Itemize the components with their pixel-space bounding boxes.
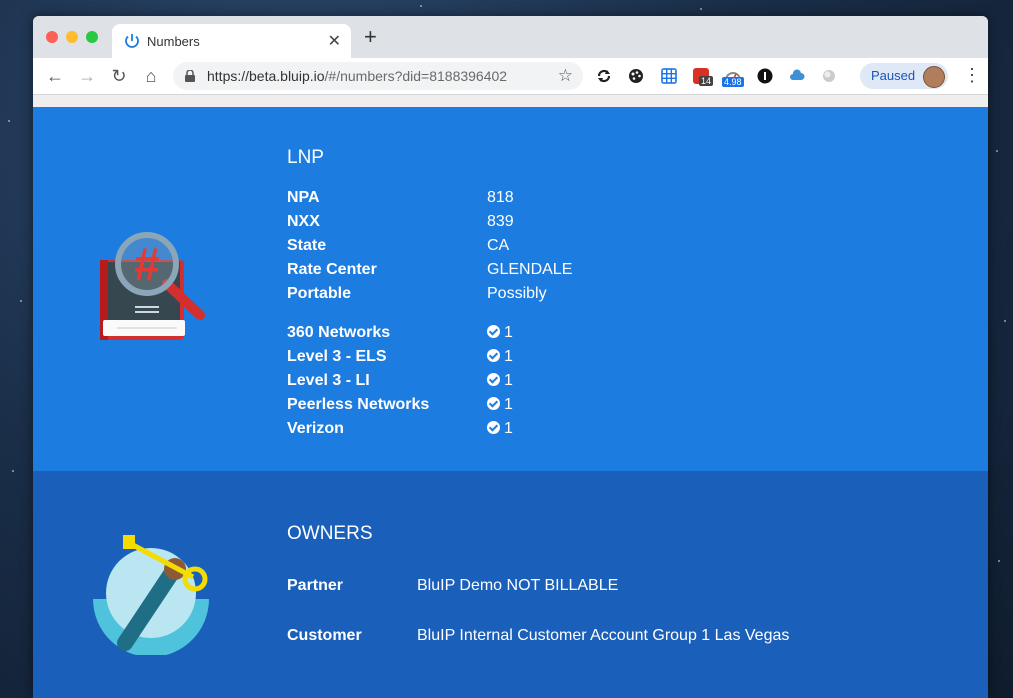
check-circle-icon xyxy=(487,325,500,338)
url-text: https://beta.bluip.io/#/numbers?did=8188… xyxy=(207,68,507,84)
carrier-value: 1 xyxy=(487,420,513,438)
profile-button[interactable]: Paused xyxy=(860,63,948,89)
new-tab-button[interactable]: + xyxy=(364,26,377,48)
carrier-count: 1 xyxy=(504,324,513,341)
nxx-label: NXX xyxy=(287,213,320,230)
owners-title: OWNERS xyxy=(287,523,373,544)
carrier-label: Level 3 - ELS xyxy=(287,348,387,365)
sync-icon[interactable] xyxy=(596,68,612,84)
tab-bar: Numbers ✕ + xyxy=(33,16,988,58)
carrier-count: 1 xyxy=(504,396,513,413)
avatar xyxy=(923,66,945,88)
rate-center-label: Rate Center xyxy=(287,261,377,278)
customer-label: Customer xyxy=(287,627,362,644)
grid-icon[interactable] xyxy=(661,68,677,84)
state-value: CA xyxy=(487,237,510,254)
maximize-window-button[interactable] xyxy=(86,31,98,43)
carrier-label: 360 Networks xyxy=(287,324,391,341)
forward-icon[interactable]: → xyxy=(76,65,98,87)
carrier-label: Verizon xyxy=(287,420,344,437)
address-bar[interactable]: https://beta.bluip.io/#/numbers?did=8188… xyxy=(173,62,583,90)
svg-text:#: # xyxy=(134,238,160,290)
portable-value: Possibly xyxy=(487,285,547,302)
lock-icon xyxy=(185,70,195,82)
url-host: https://beta.bluip.io xyxy=(207,68,325,84)
number-lookup-book-icon: # xyxy=(100,232,205,340)
home-icon[interactable]: ⌂ xyxy=(140,65,162,87)
profile-status: Paused xyxy=(871,68,916,83)
check-circle-icon xyxy=(487,349,500,362)
carrier-value: 1 xyxy=(487,396,513,414)
calendar-icon[interactable]: 14 xyxy=(693,68,714,86)
check-circle-icon xyxy=(487,373,500,386)
carrier-count: 1 xyxy=(504,420,513,437)
lnp-section: # LNP NPA 818 NXX 839 State CA Rate Cent… xyxy=(33,107,988,471)
npa-value: 818 xyxy=(487,189,514,206)
carrier-value: 1 xyxy=(487,348,513,366)
tab-title: Numbers xyxy=(147,34,200,49)
carrier-count: 1 xyxy=(504,372,513,389)
palette-icon[interactable] xyxy=(628,68,644,84)
partner-label: Partner xyxy=(287,577,344,594)
page-content: # LNP NPA 818 NXX 839 State CA Rate Cent… xyxy=(33,95,988,698)
back-icon[interactable]: ← xyxy=(44,65,66,87)
cloud-icon[interactable] xyxy=(789,68,805,84)
calendar-badge: 14 xyxy=(699,76,714,86)
close-window-button[interactable] xyxy=(46,31,58,43)
carrier-value: 1 xyxy=(487,372,513,390)
toolbar: ← → ↻ ⌂ https://beta.bluip.io/#/numbers?… xyxy=(33,58,988,95)
url-path: /#/numbers?did=8188396402 xyxy=(324,68,508,84)
customer-value: BluIP Internal Customer Account Group 1 … xyxy=(417,627,790,644)
browser-window: Numbers ✕ + ← → ↻ ⌂ https://beta.bluip.i… xyxy=(33,16,988,698)
menu-icon[interactable]: ⋮ xyxy=(963,66,981,84)
state-label: State xyxy=(287,237,327,254)
owners-section: OWNERS Partner BluIP Demo NOT BILLABLE C… xyxy=(33,471,988,698)
carrier-count: 1 xyxy=(504,348,513,365)
minimize-window-button[interactable] xyxy=(66,31,78,43)
reload-icon[interactable]: ↻ xyxy=(108,65,130,87)
tab-close-icon[interactable]: ✕ xyxy=(328,31,341,51)
check-circle-icon xyxy=(487,397,500,410)
gauge-icon[interactable]: 4.98 xyxy=(722,68,744,87)
carrier-value: 1 xyxy=(487,324,513,342)
carrier-label: Peerless Networks xyxy=(287,396,430,413)
rate-center-value: GLENDALE xyxy=(487,261,573,278)
tab-numbers[interactable]: Numbers ✕ xyxy=(112,24,351,58)
circle-icon[interactable] xyxy=(821,68,837,84)
power-icon xyxy=(125,34,139,48)
nxx-value: 839 xyxy=(487,213,514,230)
carrier-label: Level 3 - LI xyxy=(287,372,370,389)
key-ownership-icon xyxy=(93,535,209,655)
check-circle-icon xyxy=(487,421,500,434)
onepassword-icon[interactable] xyxy=(757,68,773,84)
npa-label: NPA xyxy=(287,189,320,206)
partner-value: BluIP Demo NOT BILLABLE xyxy=(417,577,619,594)
bookmark-star-icon[interactable]: ☆ xyxy=(558,66,573,86)
lnp-title: LNP xyxy=(287,147,324,168)
portable-label: Portable xyxy=(287,285,352,302)
gauge-badge: 4.98 xyxy=(722,77,744,87)
